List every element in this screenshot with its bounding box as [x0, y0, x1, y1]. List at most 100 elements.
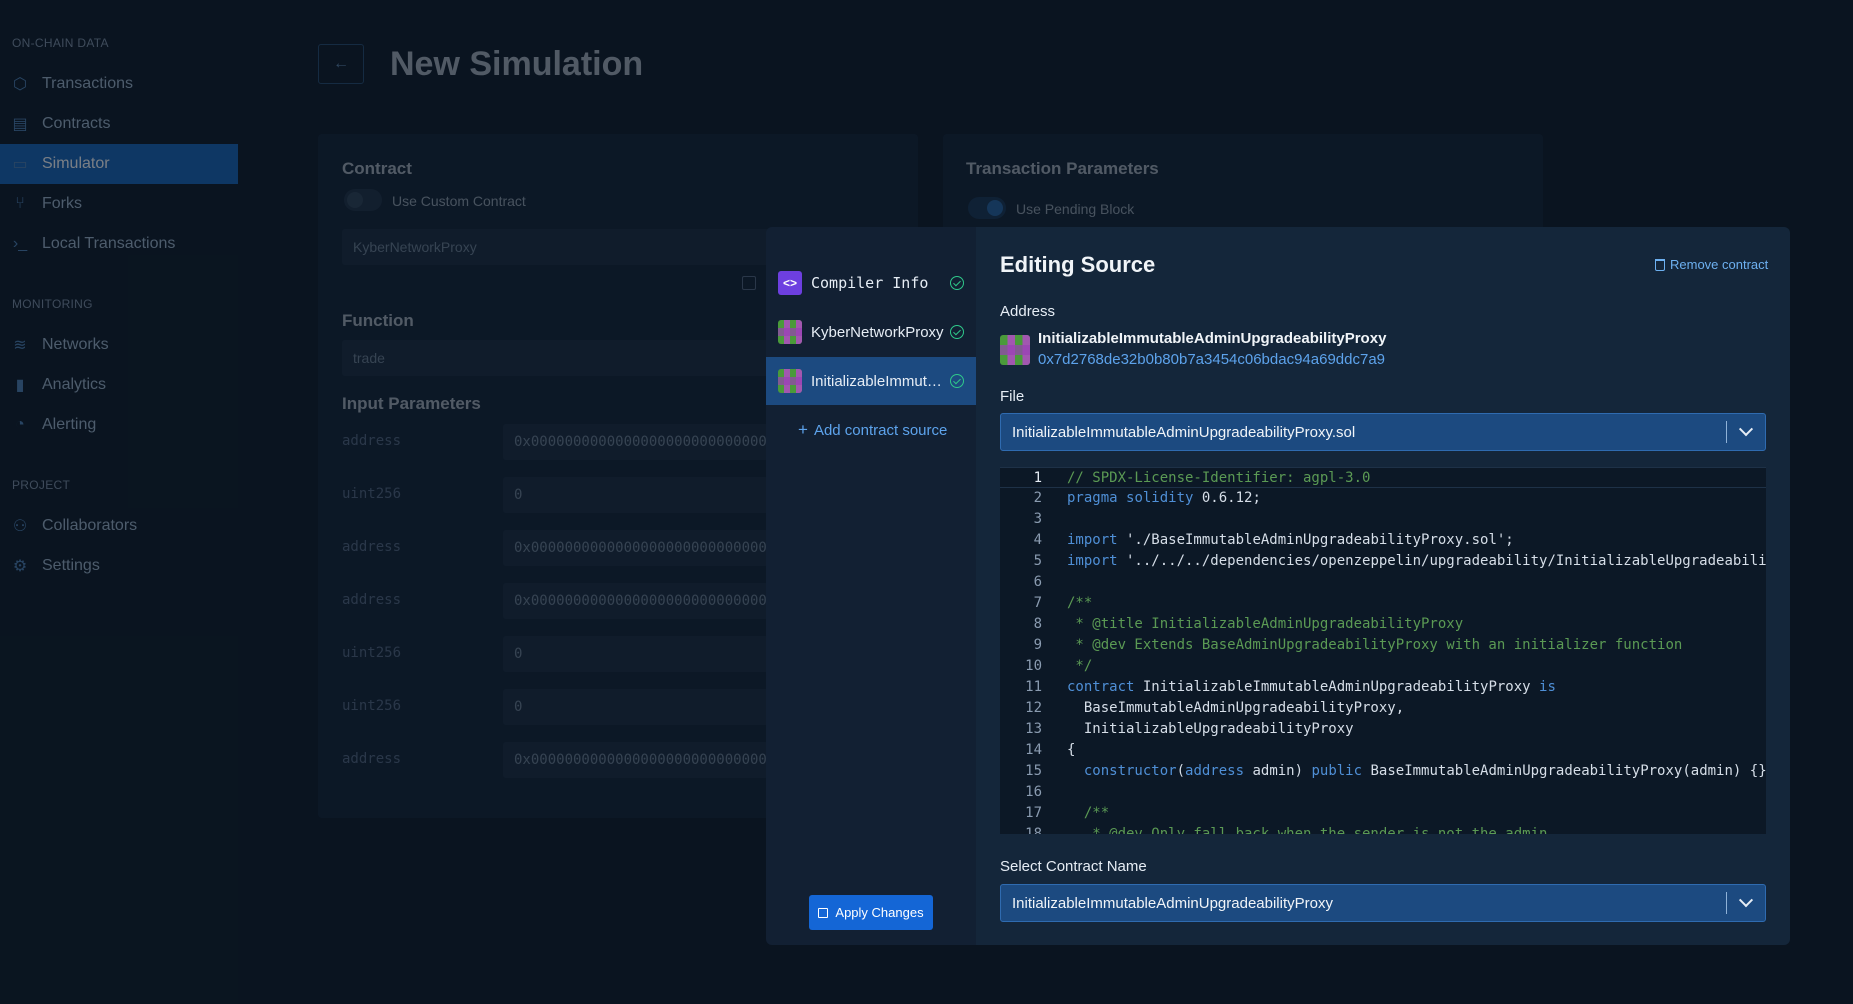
- param-input[interactable]: 0: [503, 689, 768, 725]
- code-line: 10 */: [1000, 656, 1766, 677]
- line-number: 6: [1033, 574, 1042, 590]
- remove-contract-button[interactable]: Remove contract: [1655, 257, 1768, 272]
- chevron-down-icon[interactable]: [1727, 427, 1765, 437]
- file-select-value: InitializableImmutableAdminUpgradeabilit…: [1012, 423, 1356, 441]
- source-item-label: KyberNetworkProxy: [811, 323, 944, 341]
- source-item[interactable]: KyberNetworkProxy: [766, 308, 976, 356]
- function-select[interactable]: trade: [342, 340, 772, 376]
- param-type-label: uint256: [342, 645, 402, 661]
- contract-name-select[interactable]: InitializableImmutableAdminUpgradeabilit…: [1000, 884, 1766, 922]
- code-text: pragma solidity 0.6.12;: [1067, 490, 1261, 506]
- address-contract-name: InitializableImmutableAdminUpgradeabilit…: [1038, 330, 1387, 347]
- file-label: File: [1000, 388, 1025, 405]
- code-text: contract InitializableImmutableAdminUpgr…: [1067, 679, 1556, 695]
- code-text: BaseImmutableAdminUpgradeabilityProxy,: [1067, 700, 1405, 716]
- edit-icon[interactable]: [742, 276, 756, 290]
- contract-input[interactable]: KyberNetworkProxy: [342, 229, 772, 265]
- tx-params-heading: Transaction Parameters: [966, 159, 1159, 178]
- pending-block-label: Use Pending Block: [1016, 201, 1135, 217]
- code-line: 12 BaseImmutableAdminUpgradeabilityProxy…: [1000, 698, 1766, 719]
- contract-identicon: [1000, 335, 1030, 365]
- code-line: 17 /**: [1000, 803, 1766, 824]
- code-icon: <>: [778, 271, 802, 295]
- param-type-label: uint256: [342, 698, 402, 714]
- trash-icon: [1655, 258, 1665, 271]
- code-text: InitializableUpgradeabilityProxy: [1067, 721, 1354, 737]
- param-input[interactable]: 0x00000000000000000000000000000000000000…: [503, 583, 768, 619]
- input-params-heading: Input Parameters: [342, 394, 481, 413]
- code-editor[interactable]: 1 // SPDX-License-Identifier: agpl-3.0 2 pr…: [1000, 467, 1766, 834]
- code-text: constructor(address admin) public BaseIm…: [1083, 763, 1766, 779]
- line-number: 2: [1033, 490, 1042, 506]
- code-text: * @title InitializableAdminUpgradeabilit…: [1067, 616, 1464, 632]
- line-number: 13: [1025, 721, 1042, 737]
- param-type-label: address: [342, 433, 402, 449]
- code-text: {: [1067, 742, 1076, 758]
- code-text: */: [1067, 658, 1093, 674]
- param-input[interactable]: 0x00000000000000000000000000000000000000…: [503, 742, 768, 778]
- code-line: 18 * @dev Only fall back when the sender…: [1000, 824, 1766, 834]
- editing-source-title: Editing Source: [1000, 252, 1156, 277]
- address-label: Address: [1000, 303, 1056, 320]
- line-number: 7: [1033, 595, 1042, 611]
- line-number: 8: [1033, 616, 1042, 632]
- contract-name-label: Select Contract Name: [1000, 858, 1147, 875]
- custom-contract-toggle[interactable]: [344, 189, 382, 211]
- code-line: 16: [1000, 782, 1766, 803]
- param-input[interactable]: 0: [503, 477, 768, 513]
- line-number: 3: [1033, 511, 1042, 527]
- code-line: 14 {: [1000, 740, 1766, 761]
- code-line: 1 // SPDX-License-Identifier: agpl-3.0: [1000, 467, 1766, 488]
- back-button[interactable]: ←: [318, 44, 364, 84]
- source-item-label: Compiler Info: [811, 274, 929, 292]
- line-number: 12: [1025, 700, 1042, 716]
- code-line: 13 InitializableUpgradeabilityProxy: [1000, 719, 1766, 740]
- line-number: 17: [1025, 805, 1042, 821]
- pending-block-toggle[interactable]: [968, 197, 1006, 219]
- code-text: * @dev Extends BaseAdminUpgradeabilityPr…: [1067, 637, 1683, 653]
- identicon: [778, 369, 802, 393]
- check-circle-icon: [950, 325, 964, 339]
- add-contract-source-label: Add contract source: [813, 421, 948, 439]
- param-type-label: address: [342, 751, 402, 767]
- file-select[interactable]: InitializableImmutableAdminUpgradeabilit…: [1000, 413, 1766, 451]
- contract-heading: Contract: [342, 159, 412, 178]
- source-item[interactable]: <> Compiler Info: [766, 259, 976, 307]
- code-text: /**: [1067, 595, 1093, 611]
- apply-changes-button[interactable]: Apply Changes: [809, 895, 933, 930]
- function-heading: Function: [342, 311, 414, 330]
- code-text: /**: [1083, 805, 1110, 821]
- param-input[interactable]: 0x00000000000000000000000000000000000000…: [503, 530, 768, 566]
- add-contract-source-button[interactable]: + Add contract source: [798, 420, 947, 440]
- code-text: // SPDX-License-Identifier: agpl-3.0: [1067, 470, 1371, 486]
- custom-contract-label: Use Custom Contract: [392, 193, 526, 209]
- arrow-left-icon: ←: [333, 55, 349, 72]
- line-number: 15: [1025, 763, 1042, 779]
- chevron-down-icon[interactable]: [1727, 898, 1765, 908]
- code-line: 2 pragma solidity 0.6.12;: [1000, 488, 1766, 509]
- line-number: 18: [1025, 826, 1042, 834]
- code-text: import './BaseImmutableAdminUpgradeabili…: [1067, 532, 1514, 548]
- line-number: 14: [1025, 742, 1042, 758]
- code-text: import '../../../dependencies/openzeppel…: [1067, 553, 1766, 569]
- param-input[interactable]: 0x00000000000000000000000000000000000000…: [503, 424, 768, 460]
- code-line: 4 import './BaseImmutableAdminUpgradeabil…: [1000, 530, 1766, 551]
- param-input[interactable]: 0: [503, 636, 768, 672]
- tx-params-panel: [943, 134, 1543, 234]
- param-type-label: uint256: [342, 486, 402, 502]
- code-line: 7 /**: [1000, 593, 1766, 614]
- page-title: New Simulation: [390, 45, 644, 83]
- code-line: 8 * @title InitializableAdminUpgradeabil…: [1000, 614, 1766, 635]
- line-number: 10: [1025, 658, 1042, 674]
- check-circle-icon: [950, 276, 964, 290]
- identicon: [778, 320, 802, 344]
- line-number: 16: [1025, 784, 1042, 800]
- address-hash-link[interactable]: 0x7d2768de32b0b80b7a3454c06bdac94a69ddc7…: [1038, 351, 1385, 368]
- code-line: 6: [1000, 572, 1766, 593]
- apply-changes-label: Apply Changes: [835, 905, 924, 920]
- param-type-label: address: [342, 592, 402, 608]
- code-line: 15 constructor(address admin) public Bas…: [1000, 761, 1766, 782]
- param-type-label: address: [342, 539, 402, 555]
- source-item[interactable]: InitializableImmutableAdminUpgradeabilit…: [766, 357, 976, 405]
- line-number: 11: [1025, 679, 1042, 695]
